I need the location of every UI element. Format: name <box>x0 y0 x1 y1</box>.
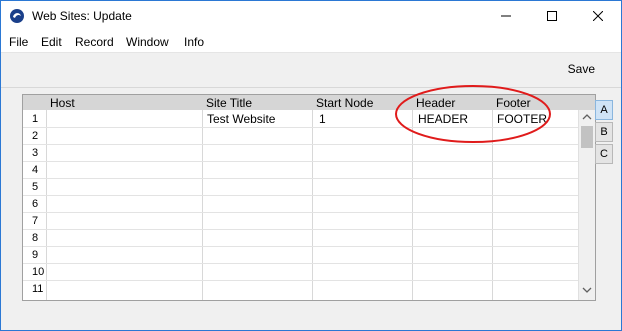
cell-footer[interactable]: FOOTER <box>497 112 547 126</box>
scroll-thumb[interactable] <box>581 126 593 148</box>
column-header-host[interactable]: Host <box>50 96 75 110</box>
row-divider <box>23 127 578 128</box>
row-number: 10 <box>32 266 45 278</box>
row-divider <box>23 246 578 247</box>
menu-file[interactable]: File <box>9 35 28 49</box>
column-divider <box>412 110 413 300</box>
row-divider <box>23 195 578 196</box>
vertical-scrollbar[interactable] <box>578 110 595 300</box>
title-bar[interactable]: Web Sites: Update <box>1 1 621 31</box>
row-number: 9 <box>32 249 39 261</box>
menu-bar: File Edit Record Window Info <box>1 31 621 53</box>
column-divider <box>46 110 47 300</box>
close-button[interactable] <box>575 1 621 31</box>
row-number: 5 <box>32 181 39 193</box>
column-divider <box>492 110 493 300</box>
row-number: 2 <box>32 130 39 142</box>
menu-record[interactable]: Record <box>75 35 114 49</box>
row-divider <box>23 229 578 230</box>
menu-window[interactable]: Window <box>126 35 169 49</box>
app-icon <box>10 9 24 23</box>
minimize-icon <box>501 15 511 17</box>
grid-header: Host Site Title Start Node Header Footer <box>23 95 595 110</box>
row-number: 7 <box>32 215 39 227</box>
row-divider <box>23 161 578 162</box>
column-divider <box>202 110 203 300</box>
cell-header[interactable]: HEADER <box>418 112 468 126</box>
menu-info[interactable]: Info <box>184 35 204 49</box>
cell-site-title[interactable]: Test Website <box>207 112 275 126</box>
row-divider <box>23 178 578 179</box>
row-number: 1 <box>32 113 39 125</box>
tab-b[interactable]: B <box>595 122 613 142</box>
save-button[interactable]: Save <box>568 62 595 76</box>
menu-edit[interactable]: Edit <box>41 35 62 49</box>
scroll-down-icon[interactable] <box>582 286 592 294</box>
column-header-site-title[interactable]: Site Title <box>206 96 252 110</box>
row-number: 6 <box>32 198 39 210</box>
maximize-button[interactable] <box>529 1 575 31</box>
window: Web Sites: Update File Edit Record Windo… <box>0 0 622 331</box>
scroll-up-icon[interactable] <box>582 113 592 121</box>
row-number: 3 <box>32 147 39 159</box>
toolbar: Save <box>1 53 621 88</box>
maximize-icon <box>547 11 557 21</box>
row-number: 4 <box>32 164 39 176</box>
row-divider <box>23 144 578 145</box>
row-divider <box>23 263 578 264</box>
close-icon <box>593 11 603 21</box>
column-header-footer[interactable]: Footer <box>496 96 531 110</box>
content-area: Host Site Title Start Node Header Footer <box>1 88 621 330</box>
row-divider <box>23 212 578 213</box>
row-number: 8 <box>32 232 39 244</box>
minimize-button[interactable] <box>483 1 529 31</box>
row-number: 11 <box>32 283 44 295</box>
tab-a[interactable]: A <box>595 100 613 120</box>
row-divider <box>23 280 578 281</box>
column-header-header[interactable]: Header <box>416 96 455 110</box>
side-tabs: A B C <box>595 100 613 166</box>
tab-c[interactable]: C <box>595 144 613 164</box>
cell-start-node[interactable]: 1 <box>319 112 326 126</box>
websites-grid: Host Site Title Start Node Header Footer <box>22 94 596 301</box>
column-divider <box>312 110 313 300</box>
window-title: Web Sites: Update <box>32 9 132 23</box>
column-header-start-node[interactable]: Start Node <box>316 96 373 110</box>
